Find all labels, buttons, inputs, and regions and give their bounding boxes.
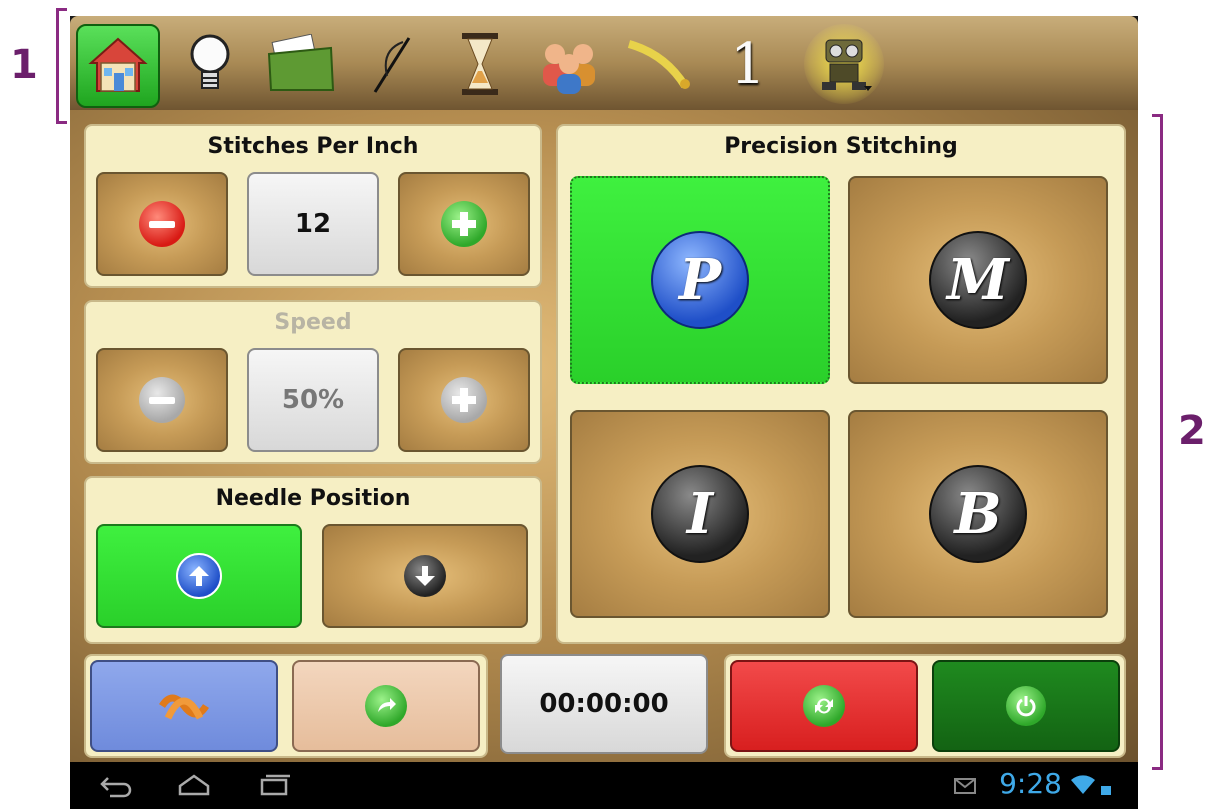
tablet-screen: 1 Stitches Per Inch 12 Speed 50% Needle … — [70, 16, 1138, 809]
power-icon — [1006, 686, 1046, 726]
minus-icon — [139, 201, 185, 247]
tape-measure-icon[interactable] — [620, 24, 700, 104]
mode-b-letter: B — [954, 481, 1002, 547]
status-clock: 9:28 — [999, 767, 1062, 800]
wifi-icon — [1071, 775, 1095, 794]
reset-button[interactable] — [730, 660, 918, 752]
home-icon[interactable] — [76, 24, 160, 108]
knot-button[interactable] — [90, 660, 278, 752]
stitches-panel: Stitches Per Inch 12 — [84, 124, 542, 288]
home-nav-icon[interactable] — [176, 772, 212, 798]
main-area: Stitches Per Inch 12 Speed 50% Needle Po… — [70, 110, 1138, 762]
arrow-down-icon — [404, 555, 446, 597]
gmail-icon — [954, 778, 976, 794]
stitches-increase-button[interactable] — [398, 172, 530, 276]
arrow-up-icon — [176, 553, 222, 599]
plus-icon — [441, 201, 487, 247]
annotation-label-2: 2 — [1178, 408, 1206, 454]
plus-icon — [441, 377, 487, 423]
mode-p-icon: P — [651, 231, 749, 329]
speed-panel: Speed 50% — [84, 300, 542, 464]
hourglass-icon[interactable] — [440, 24, 520, 104]
mode-p-letter: P — [678, 247, 722, 313]
system-nav-bar: 9:28 — [70, 762, 1138, 809]
needle-title: Needle Position — [215, 486, 411, 511]
speed-value: 50% — [247, 348, 379, 452]
number-one-icon[interactable]: 1 — [708, 24, 788, 104]
minus-icon — [139, 377, 185, 423]
speed-increase-button[interactable] — [398, 348, 530, 452]
mode-i-icon: I — [651, 465, 749, 563]
precision-panel: Precision Stitching P M I B — [556, 124, 1126, 644]
forward-button[interactable] — [292, 660, 480, 752]
forward-arrow-icon — [365, 685, 407, 727]
stitches-value: 12 — [247, 172, 379, 276]
precision-mode-i-button[interactable]: I — [570, 410, 830, 618]
mode-i-letter: I — [686, 481, 714, 547]
stitches-decrease-button[interactable] — [96, 172, 228, 276]
robot-icon[interactable] — [804, 24, 884, 104]
top-toolbar: 1 — [70, 16, 1138, 110]
precision-title: Precision Stitching — [724, 134, 958, 159]
speed-title: Speed — [274, 310, 352, 335]
needle-up-button[interactable] — [96, 524, 302, 628]
mode-b-icon: B — [929, 465, 1027, 563]
needle-icon[interactable] — [352, 24, 432, 104]
people-icon[interactable] — [530, 24, 610, 104]
precision-mode-p-button[interactable]: P — [570, 176, 830, 384]
speed-decrease-button[interactable] — [96, 348, 228, 452]
mode-m-icon: M — [929, 231, 1027, 329]
back-icon[interactable] — [98, 774, 134, 798]
folder-icon[interactable] — [262, 24, 342, 104]
power-button[interactable] — [932, 660, 1120, 752]
bottom-left-panel — [84, 654, 488, 758]
bottom-right-panel — [724, 654, 1126, 758]
annotation-bracket-2 — [1152, 114, 1163, 770]
battery-icon — [1101, 786, 1111, 795]
annotation-bracket-1 — [56, 8, 67, 124]
lightbulb-icon[interactable] — [170, 24, 250, 104]
stitches-title: Stitches Per Inch — [207, 134, 419, 159]
number-one-text: 1 — [730, 31, 766, 97]
needle-panel: Needle Position — [84, 476, 542, 644]
mode-m-letter: M — [947, 247, 1009, 313]
knot-icon — [159, 694, 209, 720]
precision-mode-m-button[interactable]: M — [848, 176, 1108, 384]
refresh-icon — [803, 685, 845, 727]
recent-apps-icon[interactable] — [258, 772, 294, 798]
precision-mode-b-button[interactable]: B — [848, 410, 1108, 618]
needle-down-button[interactable] — [322, 524, 528, 628]
timer-display: 00:00:00 — [500, 654, 708, 754]
annotation-label-1: 1 — [10, 42, 38, 88]
